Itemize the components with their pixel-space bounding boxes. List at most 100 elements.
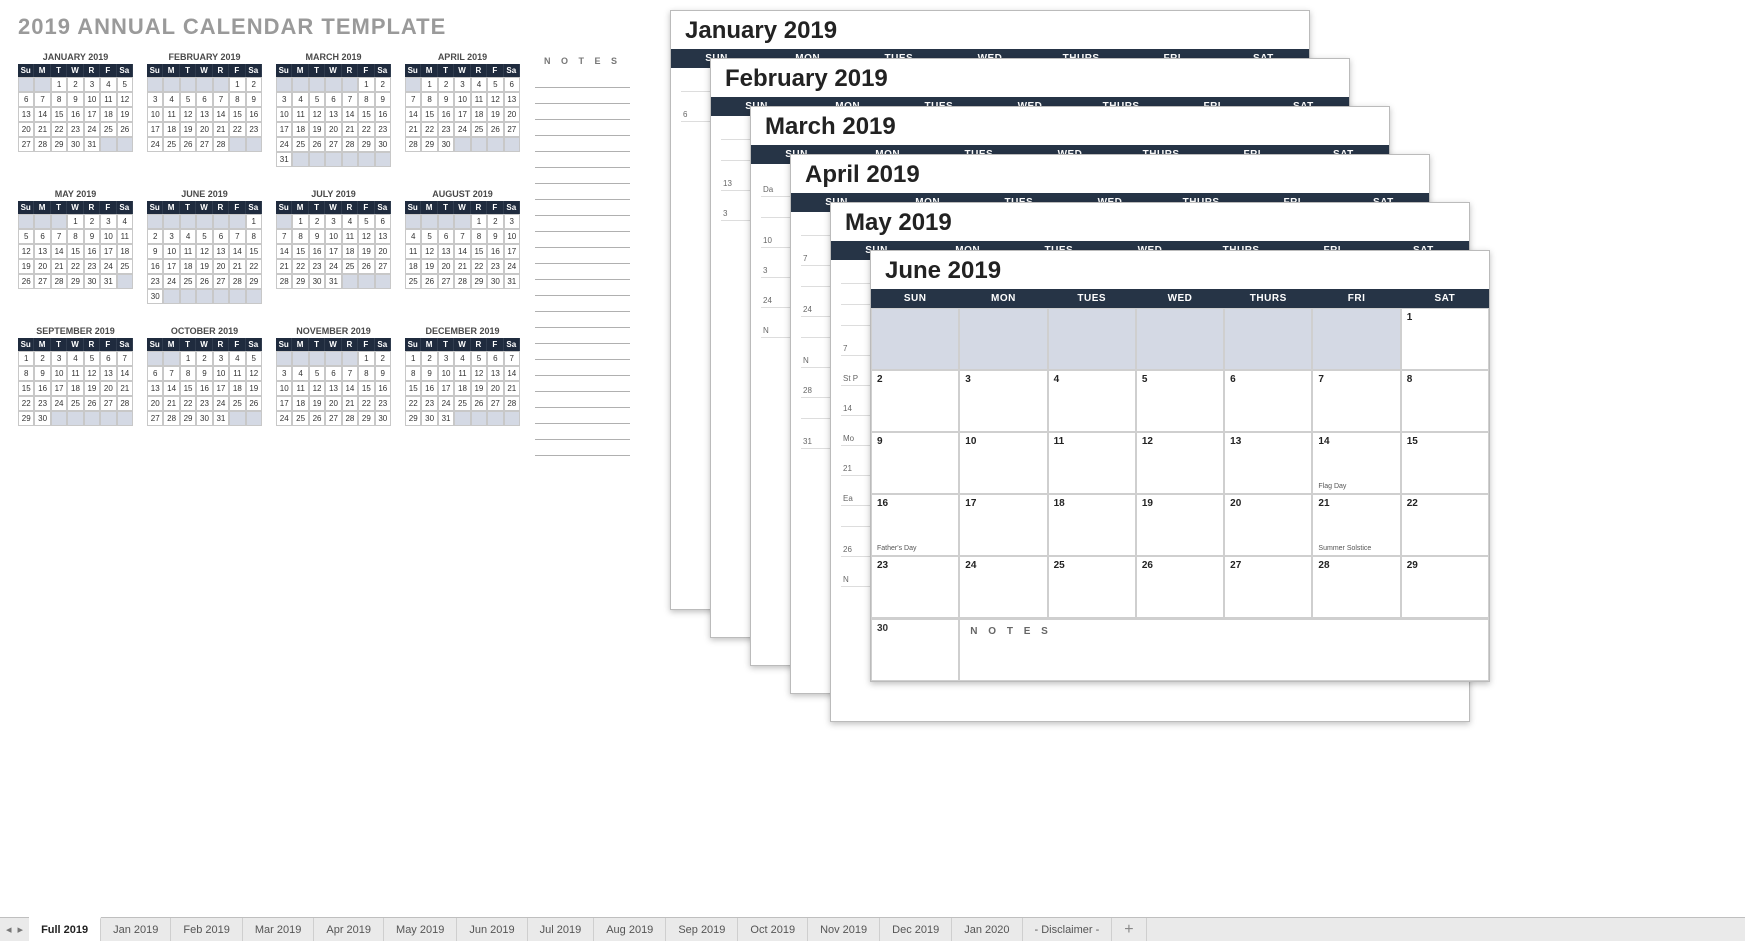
day-cell[interactable]: 1 — [1401, 308, 1489, 370]
mini-day-cell: 19 — [309, 122, 325, 137]
mini-day-cell: 8 — [421, 92, 437, 107]
day-cell[interactable]: 18 — [1048, 494, 1136, 556]
tab-add-sheet[interactable]: + — [1112, 918, 1146, 941]
day-cell[interactable] — [871, 308, 959, 370]
day-cell[interactable] — [1048, 308, 1136, 370]
mini-day-cell: 2 — [438, 77, 454, 92]
mini-day-cell: 3 — [147, 92, 163, 107]
day-cell[interactable]: 21Summer Solstice — [1312, 494, 1400, 556]
day-cell[interactable]: 24 — [959, 556, 1047, 618]
mini-day-cell: 22 — [67, 259, 83, 274]
day-cell[interactable]: 12 — [1136, 432, 1224, 494]
day-cell[interactable]: 14Flag Day — [1312, 432, 1400, 494]
day-cell[interactable] — [1312, 308, 1400, 370]
mini-day-cell: 18 — [117, 244, 133, 259]
tab-apr-2019[interactable]: Apr 2019 — [314, 918, 384, 941]
day-cell[interactable]: 5 — [1136, 370, 1224, 432]
day-cell[interactable]: 10 — [959, 432, 1047, 494]
notes-line — [535, 392, 630, 408]
tab-feb-2019[interactable]: Feb 2019 — [171, 918, 242, 941]
day-cell[interactable]: 13 — [1224, 432, 1312, 494]
mini-day-cell: 16 — [147, 259, 163, 274]
day-cell[interactable]: 28 — [1312, 556, 1400, 618]
month-sheet-june: June 2019SUNMONTUESWEDTHURSFRISAT1234567… — [870, 250, 1490, 682]
mini-day-cell: 21 — [342, 122, 358, 137]
tab-full-2019[interactable]: Full 2019 — [29, 917, 101, 941]
tab-aug-2019[interactable]: Aug 2019 — [594, 918, 666, 941]
tab-may-2019[interactable]: May 2019 — [384, 918, 457, 941]
mini-day-cell: 20 — [504, 107, 520, 122]
mini-day-cell — [163, 214, 179, 229]
mini-day-cell: 3 — [438, 351, 454, 366]
mini-dow: W — [196, 338, 212, 351]
mini-day-cell: 26 — [180, 137, 196, 152]
tab-dec-2019[interactable]: Dec 2019 — [880, 918, 952, 941]
mini-day-cell — [180, 77, 196, 92]
mini-day-cell: 5 — [358, 214, 374, 229]
tab-jan-2019[interactable]: Jan 2019 — [101, 918, 171, 941]
mini-day-cell: 28 — [342, 411, 358, 426]
day-cell[interactable]: 26 — [1136, 556, 1224, 618]
mini-day-cell: 13 — [325, 381, 341, 396]
mini-day-cell: 31 — [100, 274, 116, 289]
mini-day-cell — [163, 77, 179, 92]
mini-day-cell: 16 — [375, 107, 391, 122]
tab-jan-2020[interactable]: Jan 2020 — [952, 918, 1022, 941]
tab-jun-2019[interactable]: Jun 2019 — [457, 918, 527, 941]
mini-day-cell: 24 — [147, 137, 163, 152]
mini-day-cell — [196, 214, 212, 229]
mini-day-cell: 16 — [438, 107, 454, 122]
day-cell[interactable]: 27 — [1224, 556, 1312, 618]
mini-dow: Su — [405, 201, 421, 214]
mini-dow: Su — [276, 201, 292, 214]
day-cell[interactable]: 29 — [1401, 556, 1489, 618]
day-cell[interactable]: 6 — [1224, 370, 1312, 432]
mini-day-cell: 14 — [405, 107, 421, 122]
day-cell[interactable]: 25 — [1048, 556, 1136, 618]
day-cell[interactable]: 23 — [871, 556, 959, 618]
mini-day-cell: 12 — [196, 244, 212, 259]
tab-nav-prev-icon[interactable]: ◂ — [6, 923, 12, 936]
tab-nov-2019[interactable]: Nov 2019 — [808, 918, 880, 941]
day-cell[interactable]: 30 — [871, 619, 959, 681]
day-cell[interactable]: 16Father's Day — [871, 494, 959, 556]
sheet-dow: SUN — [871, 289, 959, 308]
mini-day-cell: 4 — [180, 229, 196, 244]
mini-day-cell: 5 — [18, 229, 34, 244]
day-cell[interactable] — [1136, 308, 1224, 370]
day-cell[interactable]: 19 — [1136, 494, 1224, 556]
mini-day-cell: 9 — [34, 366, 50, 381]
mini-dow: W — [454, 338, 470, 351]
day-cell[interactable]: 20 — [1224, 494, 1312, 556]
mini-day-cell: 4 — [405, 229, 421, 244]
day-cell[interactable]: 15 — [1401, 432, 1489, 494]
mini-day-cell: 29 — [358, 411, 374, 426]
mini-day-cell: 28 — [504, 396, 520, 411]
mini-dow: R — [342, 64, 358, 77]
day-cell[interactable]: 22 — [1401, 494, 1489, 556]
day-cell[interactable]: 8 — [1401, 370, 1489, 432]
mini-month: JANUARY 2019SuMTWRFSa1234567891011121314… — [18, 50, 133, 167]
mini-day-cell: 31 — [276, 152, 292, 167]
day-cell[interactable]: 17 — [959, 494, 1047, 556]
tab-oct-2019[interactable]: Oct 2019 — [738, 918, 808, 941]
mini-day-cell: 24 — [276, 411, 292, 426]
mini-day-cell: 21 — [213, 122, 229, 137]
mini-day-cell: 6 — [487, 351, 503, 366]
tab-mar-2019[interactable]: Mar 2019 — [243, 918, 314, 941]
day-cell[interactable]: 11 — [1048, 432, 1136, 494]
mini-day-cell: 25 — [292, 411, 308, 426]
mini-dow: M — [163, 201, 179, 214]
mini-dow: M — [292, 64, 308, 77]
day-cell[interactable]: 7 — [1312, 370, 1400, 432]
tab-jul-2019[interactable]: Jul 2019 — [528, 918, 595, 941]
tab-nav-next-icon[interactable]: ▸ — [18, 923, 24, 936]
day-cell[interactable]: 9 — [871, 432, 959, 494]
tab-sep-2019[interactable]: Sep 2019 — [666, 918, 738, 941]
tab--disclaimer-[interactable]: - Disclaimer - — [1023, 918, 1113, 941]
day-cell[interactable]: 4 — [1048, 370, 1136, 432]
day-cell[interactable] — [959, 308, 1047, 370]
day-cell[interactable]: 2 — [871, 370, 959, 432]
day-cell[interactable]: 3 — [959, 370, 1047, 432]
day-cell[interactable] — [1224, 308, 1312, 370]
